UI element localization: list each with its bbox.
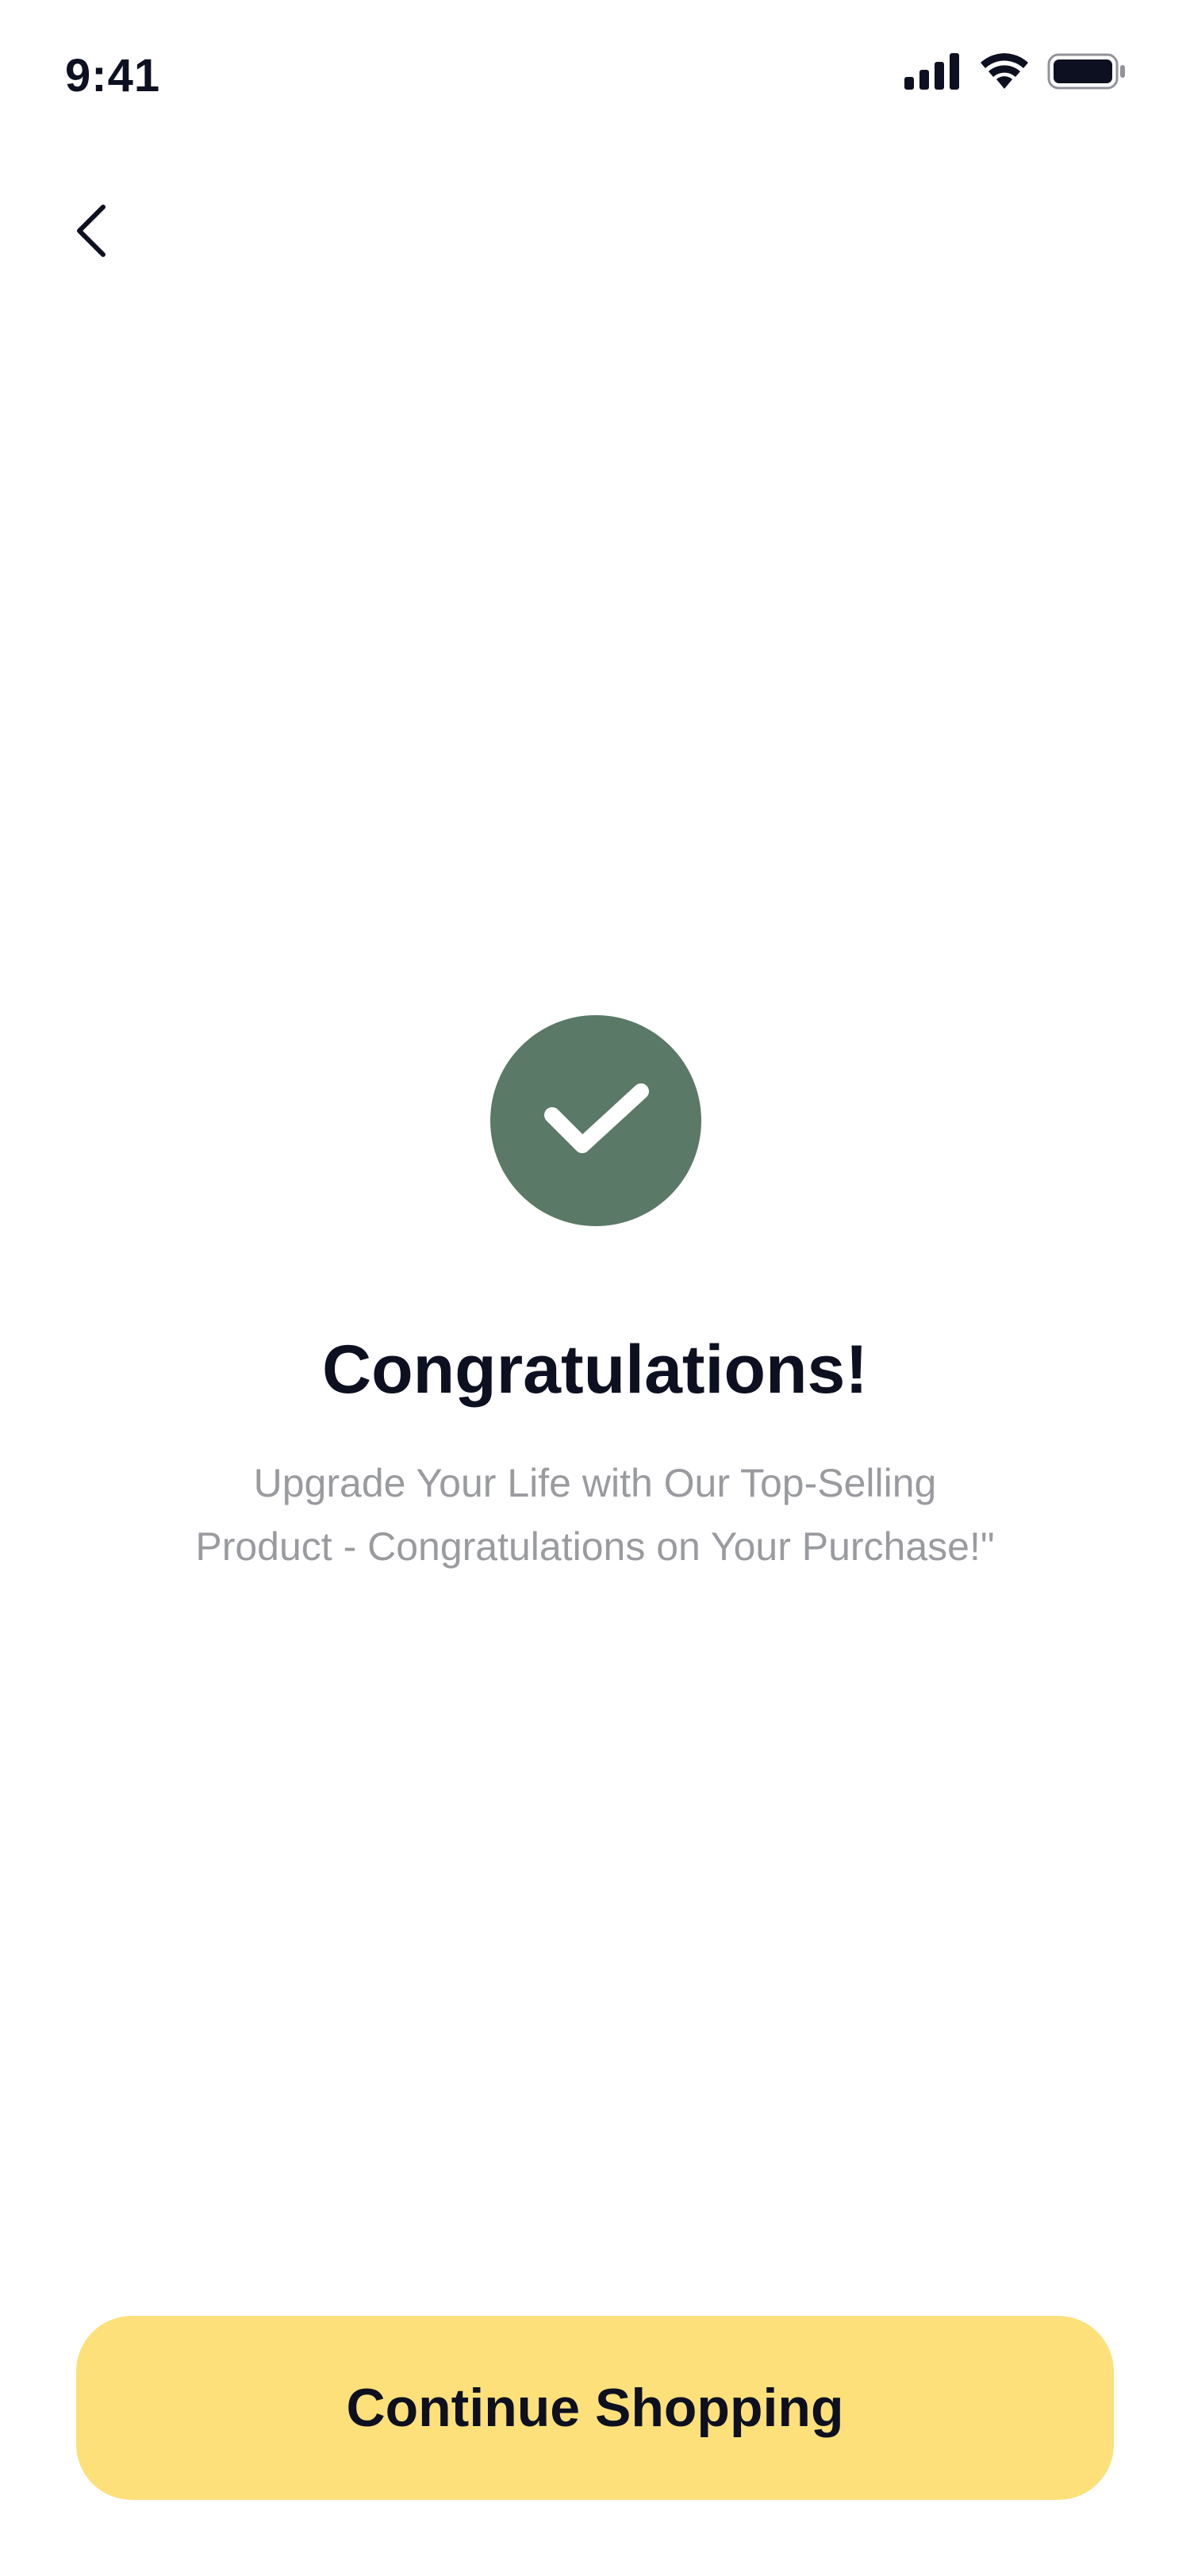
chevron-left-icon [73,202,108,263]
continue-shopping-button[interactable]: Continue Shopping [76,2316,1114,2500]
status-bar: 9:41 [0,0,1190,151]
success-message-line: Upgrade Your Life with Our Top-Selling [253,1461,937,1505]
cellular-signal-icon [904,53,962,90]
battery-icon [1047,53,1127,90]
success-message: Upgrade Your Life with Our Top-Selling P… [119,1451,1071,1578]
status-time: 9:41 [65,50,161,102]
success-badge [490,1015,701,1226]
status-icons [904,52,1127,90]
back-button[interactable] [73,189,140,276]
wifi-icon [979,52,1030,90]
success-message-line: Product - Congratulations on Your Purcha… [195,1524,995,1569]
checkmark-icon [536,1075,655,1167]
page-title: Congratulations! [322,1332,868,1408]
